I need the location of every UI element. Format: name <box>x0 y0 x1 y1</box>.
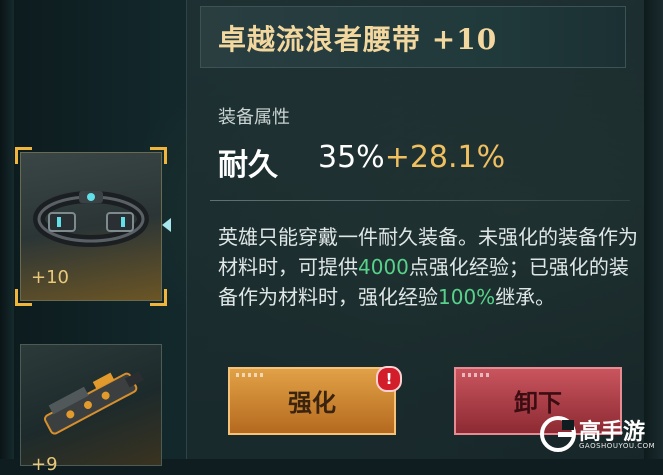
left-edge-strip <box>0 0 14 459</box>
watermark-logo-icon <box>540 416 576 452</box>
selection-pointer-icon <box>162 218 171 232</box>
selection-corner <box>15 289 32 306</box>
item-title: 卓越流浪者腰带 +10 <box>218 23 498 56</box>
enhance-button[interactable]: 强化 <box>228 367 396 435</box>
belt-icon <box>33 191 149 247</box>
durability-base: 35% <box>318 140 385 175</box>
alert-badge-icon: ! <box>376 366 402 392</box>
button-decoration <box>236 373 266 377</box>
watermark: 高手游 GAOSHOUYOU.COM <box>540 412 660 456</box>
selection-corner <box>150 289 167 306</box>
enhance-button-label: 强化 <box>288 389 336 417</box>
item-description: 英雄只能穿戴一件耐久装备。未强化的装备作为材料时，可提供4000点强化经验；已强… <box>218 222 638 312</box>
slot-level: +10 <box>31 267 69 288</box>
divider <box>210 200 630 201</box>
description-text: 继承。 <box>495 285 556 309</box>
right-edge-strip <box>644 0 663 459</box>
equipment-slot-belt[interactable]: +10 <box>15 147 167 306</box>
durability-value: 35%+28.1% <box>318 140 505 175</box>
equipment-slot-weapon[interactable]: +9 <box>20 344 162 475</box>
durability-bonus: +28.1% <box>384 140 506 175</box>
slot-level: +9 <box>31 454 58 475</box>
watermark-domain: GAOSHOUYOU.COM <box>579 442 656 450</box>
selection-corner <box>15 147 32 164</box>
inherit-value: 100% <box>438 285 496 309</box>
exp-value: 4000 <box>358 255 409 279</box>
attributes-section-label: 装备属性 <box>218 107 290 128</box>
gun-icon <box>43 371 144 435</box>
selection-corner <box>150 147 167 164</box>
durability-label: 耐久 <box>218 148 278 183</box>
button-decoration <box>462 373 492 377</box>
